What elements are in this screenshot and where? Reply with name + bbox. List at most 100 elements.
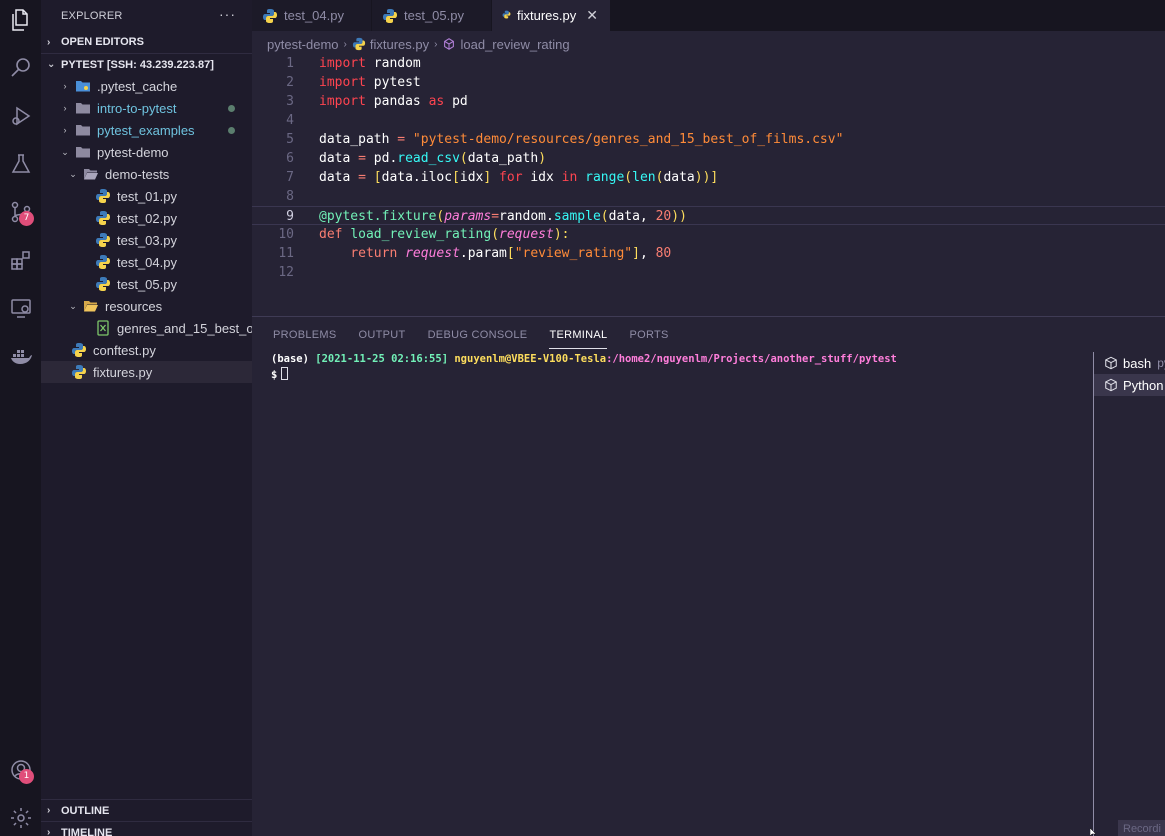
python-file-icon bbox=[71, 364, 87, 380]
chevron-right-icon: › bbox=[47, 827, 51, 836]
line-number: 10 bbox=[278, 227, 294, 242]
workspace-section[interactable]: ⌄ PYTEST [SSH: 43.239.223.87] bbox=[41, 53, 252, 75]
code-line[interactable]: 11 return request.param["review_rating"]… bbox=[252, 244, 1165, 263]
tree-item[interactable]: test_04.py bbox=[41, 251, 252, 273]
tree-item[interactable]: test_03.py bbox=[41, 229, 252, 251]
tree-item[interactable]: ⌄ demo-tests bbox=[41, 163, 252, 185]
code-text: import pytest bbox=[319, 75, 421, 90]
tree-item[interactable]: › intro-to-pytest bbox=[41, 97, 252, 119]
breadcrumb: pytest-demo › fixtures.py › load_review_… bbox=[252, 33, 1165, 55]
extensions-icon[interactable] bbox=[5, 244, 37, 276]
tree-item[interactable]: test_05.py bbox=[41, 273, 252, 295]
tree-item[interactable]: › pytest_examples bbox=[41, 119, 252, 141]
open-editors-label: OPEN EDITORS bbox=[61, 36, 144, 48]
remote-explorer-icon[interactable] bbox=[5, 292, 37, 324]
terminal-list: bashpy Python bbox=[1093, 352, 1165, 836]
chevron-right-icon: › bbox=[47, 805, 51, 816]
panel-tab-terminal[interactable]: TERMINAL bbox=[538, 323, 618, 349]
chevron-right-icon: › bbox=[63, 81, 67, 91]
tree-item[interactable]: test_02.py bbox=[41, 207, 252, 229]
code-line[interactable]: 12 bbox=[252, 263, 1165, 282]
terminal-input-line[interactable]: $ bbox=[271, 367, 897, 383]
settings-gear-icon[interactable] bbox=[5, 802, 37, 834]
symbol-method-icon bbox=[442, 37, 456, 51]
source-control-icon[interactable]: 7 bbox=[5, 196, 37, 228]
outline-section[interactable]: › OUTLINE bbox=[41, 799, 252, 821]
accounts-badge: 1 bbox=[19, 769, 34, 784]
code-text: data = pd.read_csv(data_path) bbox=[319, 151, 547, 166]
breadcrumb-symbol[interactable]: load_review_rating bbox=[460, 37, 569, 52]
tree-item-label: test_04.py bbox=[117, 254, 177, 270]
recording-indicator: Recordi bbox=[1118, 820, 1165, 836]
code-line[interactable]: 7 data = [data.iloc[idx] for idx in range… bbox=[252, 168, 1165, 187]
explorer-icon[interactable] bbox=[5, 4, 37, 36]
folder-icon bbox=[75, 122, 91, 138]
tree-item-label: test_01.py bbox=[117, 188, 177, 204]
breadcrumb-folder[interactable]: pytest-demo bbox=[267, 37, 339, 52]
terminal-user-host: nguyenlm@VBEE-V100-Tesla bbox=[454, 353, 607, 365]
code-line[interactable]: 8 bbox=[252, 187, 1165, 206]
tree-item-label: .pytest_cache bbox=[97, 78, 178, 94]
code-editor[interactable]: 1 import random 2 import pytest 3 import pand… bbox=[252, 54, 1165, 314]
folder-icon bbox=[83, 298, 99, 314]
code-line[interactable]: 4 bbox=[252, 111, 1165, 130]
code-line[interactable]: 1 import random bbox=[252, 54, 1165, 73]
editor-tab[interactable]: fixtures.py ✕ bbox=[492, 0, 611, 31]
testing-flask-icon[interactable] bbox=[5, 148, 37, 180]
docker-icon[interactable] bbox=[5, 340, 37, 372]
modified-dot bbox=[228, 105, 235, 112]
more-actions-icon[interactable]: ··· bbox=[219, 6, 236, 22]
panel-tab-ports[interactable]: PORTS bbox=[618, 323, 679, 349]
tree-item[interactable]: ⌄ pytest-demo bbox=[41, 141, 252, 163]
tree-item[interactable]: test_01.py bbox=[41, 185, 252, 207]
breadcrumb-file[interactable]: fixtures.py bbox=[370, 37, 429, 52]
open-editors-section[interactable]: › OPEN EDITORS bbox=[41, 31, 252, 53]
code-line[interactable]: 6 data = pd.read_csv(data_path) bbox=[252, 149, 1165, 168]
tree-item-label: pytest-demo bbox=[97, 144, 169, 160]
code-text: import random bbox=[319, 56, 421, 71]
csv-file-icon bbox=[95, 320, 111, 336]
editor-tab[interactable]: test_05.py bbox=[372, 0, 492, 31]
tree-item-label: pytest_examples bbox=[97, 122, 195, 138]
tab-label: test_05.py bbox=[404, 8, 464, 23]
terminal-dollar: $ bbox=[271, 369, 278, 381]
tab-label: test_04.py bbox=[284, 8, 344, 23]
code-text: data = [data.iloc[idx] for idx in range(… bbox=[319, 170, 719, 185]
chevron-right-icon: › bbox=[63, 103, 67, 113]
folder-icon bbox=[75, 100, 91, 116]
timeline-section[interactable]: › TIMELINE bbox=[41, 821, 252, 836]
terminal-prompt-line: (base) [2021-11-25 02:16:55] nguyenlm@VB… bbox=[271, 352, 897, 367]
tree-item[interactable]: fixtures.py bbox=[41, 361, 252, 383]
terminal-output[interactable]: (base) [2021-11-25 02:16:55] nguyenlm@VB… bbox=[271, 352, 897, 383]
line-number: 2 bbox=[286, 75, 294, 90]
tree-item[interactable]: conftest.py bbox=[41, 339, 252, 361]
tree-item-label: conftest.py bbox=[93, 342, 156, 358]
folder-icon bbox=[83, 166, 99, 182]
tree-item-label: test_02.py bbox=[117, 210, 177, 226]
tree-item[interactable]: ⌄ resources bbox=[41, 295, 252, 317]
panel-tab-problems[interactable]: PROBLEMS bbox=[262, 323, 348, 349]
panel-tab-debug-console[interactable]: DEBUG CONSOLE bbox=[417, 323, 539, 349]
run-debug-icon[interactable] bbox=[5, 100, 37, 132]
panel-tab-output[interactable]: OUTPUT bbox=[348, 323, 417, 349]
tree-item-label: genres_and_15_best_o... bbox=[117, 320, 252, 336]
search-icon[interactable] bbox=[5, 52, 37, 84]
chevron-right-icon: › bbox=[434, 38, 438, 50]
code-line[interactable]: 2 import pytest bbox=[252, 73, 1165, 92]
tree-item[interactable]: › .pytest_cache bbox=[41, 75, 252, 97]
accounts-icon[interactable]: 1 bbox=[5, 754, 37, 786]
python-file-icon bbox=[262, 8, 278, 24]
terminal-list-item[interactable]: Python bbox=[1094, 374, 1165, 396]
terminal-list-item[interactable]: bashpy bbox=[1094, 352, 1165, 374]
chevron-right-icon: › bbox=[47, 36, 51, 48]
line-number: 9 bbox=[286, 209, 294, 224]
editor-tab[interactable]: test_04.py bbox=[252, 0, 372, 31]
code-line[interactable]: 10 def load_review_rating(request): bbox=[252, 225, 1165, 244]
code-line[interactable]: 5 data_path = "pytest-demo/resources/genr… bbox=[252, 130, 1165, 149]
code-line[interactable]: 9 @pytest.fixture(params=random.sample(da… bbox=[252, 206, 1165, 225]
tree-item[interactable]: genres_and_15_best_o... bbox=[41, 317, 252, 339]
chevron-right-icon: › bbox=[343, 38, 347, 50]
terminal-cursor bbox=[281, 367, 289, 380]
code-line[interactable]: 3 import pandas as pd bbox=[252, 92, 1165, 111]
close-icon[interactable]: ✕ bbox=[586, 7, 598, 24]
